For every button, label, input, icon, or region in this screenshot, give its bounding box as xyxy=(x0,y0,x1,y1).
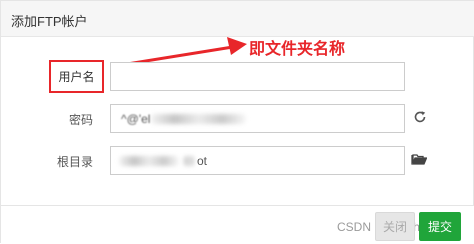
username-input[interactable] xyxy=(110,62,405,91)
annotation-text: 即文件夹名称 xyxy=(249,41,346,58)
password-redacted xyxy=(151,114,246,124)
dialog-title: 添加FTP帐户 xyxy=(11,14,88,29)
username-label: 用户名 xyxy=(58,70,95,84)
submit-button[interactable]: 提交 xyxy=(419,212,461,241)
password-visible-prefix: ^@'el xyxy=(121,112,151,126)
refresh-icon[interactable] xyxy=(412,109,428,125)
root-dir-redacted-2 xyxy=(183,156,195,166)
root-dir-label: 根目录 xyxy=(56,155,93,169)
dialog-titlebar: 添加FTP帐户 xyxy=(1,1,474,37)
root-dir-redacted-1 xyxy=(119,156,179,166)
password-label: 密码 xyxy=(68,113,93,127)
username-label-highlight: 用户名 xyxy=(49,60,104,93)
password-input[interactable]: ^@'el xyxy=(110,104,405,133)
root-dir-visible-suffix: ot xyxy=(197,154,208,168)
folder-open-icon[interactable] xyxy=(411,151,427,167)
close-button[interactable]: 关闭 xyxy=(375,212,415,241)
add-ftp-account-dialog: 添加FTP帐户 即文件夹名称 用户名 密码 ^@'el 根目录 ot CSDN … xyxy=(0,0,474,244)
root-dir-input[interactable]: ot xyxy=(110,146,405,175)
